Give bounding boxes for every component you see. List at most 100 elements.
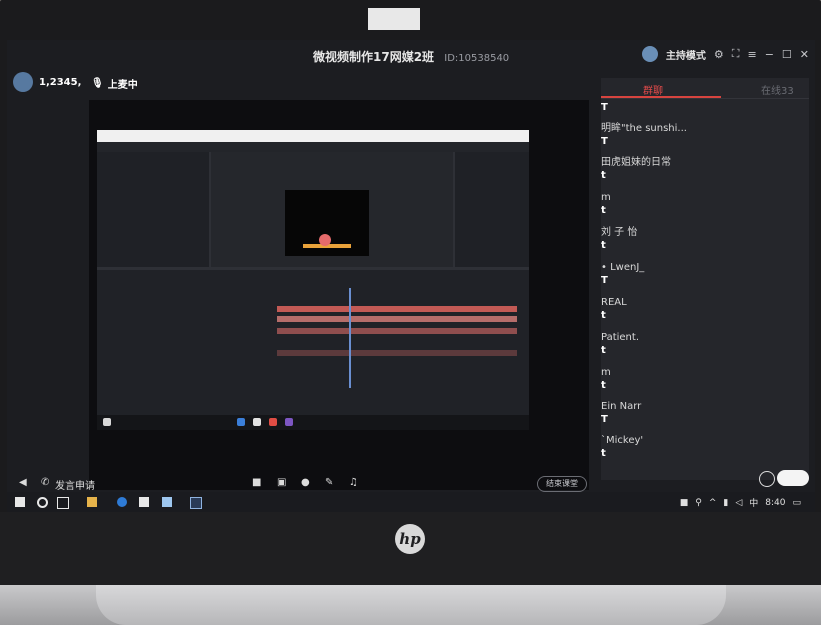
tab-online[interactable]: 在线33	[761, 82, 794, 97]
ae-project-panel	[97, 152, 209, 267]
task-view-icon[interactable]	[57, 497, 69, 509]
folder-icon[interactable]	[87, 497, 97, 507]
brand-logo: hp	[395, 524, 425, 554]
close-icon[interactable]: ✕	[800, 48, 809, 61]
chat-message: `Mickey' t	[601, 434, 643, 460]
ae-effects-panel	[455, 152, 529, 267]
chat-sender: Patient.	[601, 332, 639, 343]
mic-status: 🎙 上麦中	[91, 76, 138, 91]
timeline-track	[277, 328, 517, 334]
timeline-track	[277, 316, 517, 322]
chat-tabs: 群聊 在线33	[601, 78, 809, 99]
host-mode-label[interactable]: 主持模式	[666, 47, 706, 62]
whiteboard-icon[interactable]: ✎	[325, 477, 333, 488]
chat-message-text: T	[601, 136, 608, 147]
bottom-toolbar: ◀ ✆ 发言申请 ■ ▣ ● ✎ ♫	[7, 474, 815, 494]
chevron-up-icon[interactable]: ^	[709, 498, 717, 508]
chat-sender: Ein Narr	[601, 401, 642, 412]
start-icon[interactable]	[15, 497, 25, 507]
chat-message: Patient. t	[601, 331, 639, 357]
chat-message: T	[601, 101, 608, 114]
chat-message: 田虎姐妹的日常 t	[601, 156, 671, 182]
screen-share-icon[interactable]: ▣	[277, 477, 286, 488]
chat-message: m t	[601, 191, 611, 217]
mic-icon[interactable]: ●	[301, 477, 310, 488]
speaker-icon[interactable]: ◀	[19, 477, 27, 488]
clock[interactable]: 8:40	[765, 498, 785, 508]
minimize-icon[interactable]: −	[765, 48, 774, 61]
ae-shape-dot	[319, 234, 331, 246]
chat-sender: 刘 子 怡	[601, 227, 638, 238]
user-count: 1,2345,	[39, 76, 82, 88]
battery-icon[interactable]: ▮	[723, 498, 728, 508]
store-icon	[253, 418, 261, 426]
video-area	[89, 100, 589, 490]
send-button[interactable]	[777, 470, 809, 486]
user-avatar[interactable]	[13, 72, 33, 92]
chat-message-text: t	[601, 240, 606, 251]
laptop-screen: 微视频制作17网媒2班 ID:10538540 主持模式 ⚙ ⛶ ≡ − ☐ ✕…	[7, 40, 815, 512]
system-tray: ■ ⚲ ^ ▮ ◁ 中 8:40 ▭	[680, 496, 801, 510]
fullscreen-icon[interactable]: ⛶	[732, 47, 740, 61]
windows-icon	[103, 418, 111, 426]
user-info: 1,2345,	[13, 72, 81, 92]
phone-icon[interactable]: ✆	[41, 477, 49, 488]
ae-icon	[285, 418, 293, 426]
music-icon[interactable]: ♫	[349, 477, 358, 488]
notification-icon[interactable]: ■	[680, 498, 689, 508]
ae-menubar	[97, 130, 529, 142]
chat-message-text: t	[601, 380, 606, 391]
store-icon[interactable]	[139, 497, 149, 507]
settings-icon[interactable]: ⚙	[714, 48, 724, 61]
window-title: 微视频制作17网媒2班 ID:10538540	[313, 48, 509, 65]
class-name: 微视频制作17网媒2班	[313, 50, 435, 64]
chat-message-text: t	[601, 345, 606, 356]
chat-message: Ein Narr T	[601, 400, 641, 426]
host-avatar[interactable]	[641, 46, 658, 62]
chat-sender: 田虎姐妹的日常	[601, 157, 671, 168]
bezel-sticker	[368, 8, 420, 30]
speak-request-button[interactable]: 发言申请	[55, 477, 95, 492]
chat-message: m t	[601, 366, 611, 392]
chat-sender: • LwenJ_	[601, 262, 645, 273]
microphone-icon: 🎙	[91, 78, 104, 89]
action-center-icon[interactable]: ▭	[792, 498, 801, 508]
chat-sender: `Mickey'	[601, 435, 644, 446]
ae-timeline-panel	[97, 270, 529, 415]
room-id: ID:10538540	[444, 53, 510, 64]
chat-message-text: t	[601, 310, 606, 321]
chat-sender: m	[601, 192, 611, 203]
volume-icon[interactable]: ◁	[735, 498, 742, 508]
camera-icon[interactable]: ■	[252, 477, 261, 488]
search-icon[interactable]	[37, 497, 48, 508]
chat-sender: 明眸"the sunshi...	[601, 123, 687, 134]
emoji-icon[interactable]	[759, 471, 775, 487]
maximize-icon[interactable]: ☐	[782, 48, 792, 61]
shared-screen	[97, 130, 529, 430]
menu-icon[interactable]: ≡	[747, 48, 756, 61]
shared-taskbar	[97, 415, 529, 430]
chat-message: REAL t	[601, 296, 627, 322]
chat-message: • LwenJ_ T	[601, 261, 644, 287]
chat-message: 明眸"the sunshi... T	[601, 122, 687, 148]
end-class-button[interactable]: 结束课堂	[537, 476, 587, 492]
edge-icon[interactable]	[117, 497, 127, 507]
classroom-icon[interactable]	[190, 497, 202, 509]
chat-panel: 群聊 在线33 T 明眸"the sunshi... T 田虎姐妹的日常 t m…	[601, 78, 809, 480]
chat-message-text: T	[601, 102, 608, 113]
chat-message-text: t	[601, 170, 606, 181]
timeline-track	[277, 306, 517, 312]
chat-message: 刘 子 怡 t	[601, 226, 637, 252]
ae-toolbar	[97, 142, 529, 152]
edge-icon	[237, 418, 245, 426]
chat-message-text: T	[601, 414, 608, 425]
active-tab-underline	[601, 96, 721, 98]
app-icon[interactable]	[162, 497, 172, 507]
chat-message-text: t	[601, 448, 606, 459]
timeline-playhead	[349, 288, 351, 388]
people-icon[interactable]: ⚲	[695, 498, 702, 508]
ime-indicator[interactable]: 中	[749, 496, 758, 509]
tab-group-chat[interactable]: 群聊	[643, 82, 663, 97]
ae-composition-panel	[211, 152, 453, 267]
laptop-base-lip	[96, 585, 726, 625]
